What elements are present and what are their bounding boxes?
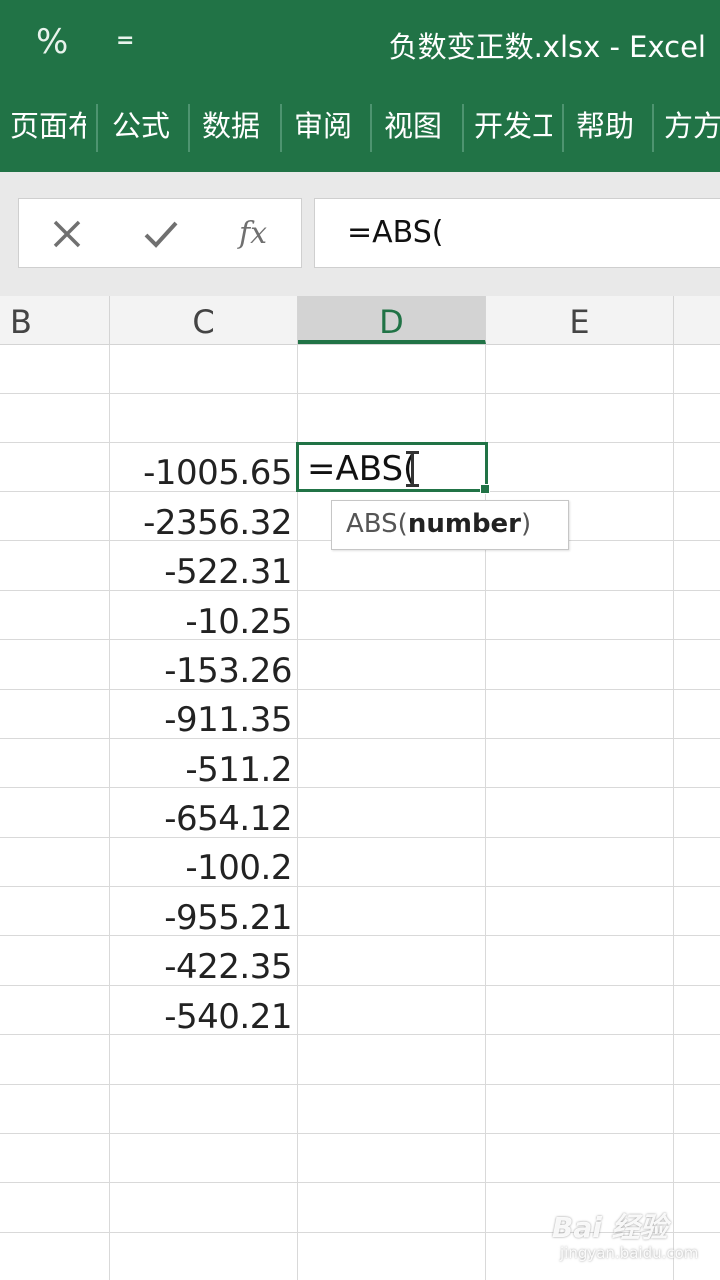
tab-separator [462,104,464,152]
tab-view[interactable]: 视图 [384,106,454,146]
grid-line [0,393,720,394]
tab-fangfang[interactable]: 方方 [664,106,720,146]
active-cell-d[interactable]: =ABS( [296,442,490,494]
column-header-e[interactable]: E [486,296,674,344]
tab-separator [370,104,372,152]
grid-line [0,985,720,986]
tab-separator [96,104,98,152]
quick-access-customize-icon[interactable]: = [116,30,134,52]
cell-c-value[interactable]: -153.26 [110,645,292,694]
tab-separator [280,104,282,152]
baidu-jingyan-watermark: Bai 经验 jingyan.baidu.com [552,1206,712,1272]
grid-line [0,787,720,788]
grid-line [0,935,720,936]
watermark-brand: Bai 经验 [552,1211,668,1244]
cell-c-value[interactable]: -100.2 [110,842,292,891]
insert-function-button[interactable]: fx [223,209,283,259]
check-icon[interactable] [131,209,191,259]
grid-line [673,345,674,1280]
grid-line [0,1133,720,1134]
grid-line [0,886,720,887]
cell-c-value[interactable]: -422.35 [110,941,292,990]
grid-line [0,1084,720,1085]
tab-developer[interactable]: 开发工 [474,106,552,146]
text-cursor-icon [406,451,419,487]
column-header-d[interactable]: D [298,296,486,344]
grid-line [0,689,720,690]
tab-page-layout[interactable]: 页面布 [10,106,86,146]
grid-line [0,837,720,838]
function-tooltip: ABS(number) [331,500,569,550]
active-cell-text[interactable]: =ABS( [307,445,416,493]
cell-c-value[interactable]: -911.35 [110,694,292,743]
column-header-f[interactable] [674,296,720,344]
watermark-url: jingyan.baidu.com [560,1244,699,1262]
grid-line [0,738,720,739]
tab-help[interactable]: 帮助 [576,106,646,146]
grid-line [0,639,720,640]
column-header-b[interactable]: B [0,296,110,344]
cell-c-value[interactable]: -654.12 [110,793,292,842]
tooltip-function[interactable]: ABS( [346,509,408,539]
tab-review[interactable]: 审阅 [294,106,364,146]
cell-c-value[interactable]: -2356.32 [110,497,292,546]
formula-input[interactable]: =ABS( [314,198,720,268]
column-headers: B C D E [0,296,720,345]
percent-style-button[interactable]: % [36,22,68,62]
tab-separator [562,104,564,152]
cell-c-value[interactable]: -10.25 [110,596,292,645]
window-title: 负数变正数.xlsx - Excel [388,30,706,64]
grid-line [0,590,720,591]
tab-separator [652,104,654,152]
column-header-c[interactable]: C [110,296,298,344]
tab-data[interactable]: 数据 [202,106,272,146]
cell-c-value[interactable]: -1005.65 [110,447,292,496]
cell-c-value[interactable]: -540.21 [110,991,292,1040]
close-icon[interactable] [37,209,97,259]
cell-c-value[interactable]: -955.21 [110,892,292,941]
grid-line [0,1182,720,1183]
fill-handle[interactable] [480,484,490,494]
cell-c-value[interactable]: -511.2 [110,744,292,793]
cell-c-value[interactable]: -522.31 [110,546,292,595]
tooltip-close: ) [521,509,532,539]
tab-formulas[interactable]: 公式 [112,106,182,146]
title-bar: % = 负数变正数.xlsx - Excel [0,0,720,92]
ribbon-tabs: 页面布 公式 数据 审阅 视图 开发工 帮助 方方 [0,92,720,172]
grid-line [0,1034,720,1035]
formula-bar: fx =ABS( [0,172,720,296]
formula-buttons: fx [18,198,302,268]
tab-separator [188,104,190,152]
tooltip-argument[interactable]: number [408,509,521,539]
